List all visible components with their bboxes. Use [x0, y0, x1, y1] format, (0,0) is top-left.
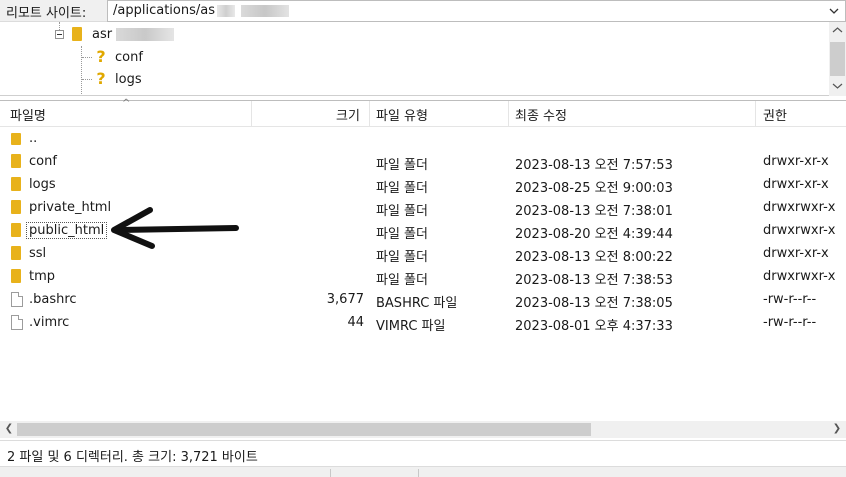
file-modified: 2023-08-13 오전 7:38:05: [515, 296, 673, 311]
list-horizontal-scrollbar[interactable]: ❮ ❯: [0, 421, 846, 438]
column-header-size[interactable]: 크기: [336, 105, 360, 124]
list-header: ^ 파일명 크기 파일 유형 최종 수정 권한: [0, 98, 846, 127]
file-type: 파일 폴더: [376, 158, 428, 173]
scrollbar-thumb[interactable]: [830, 42, 845, 76]
redacted-text: [240, 4, 289, 17]
scroll-up-icon[interactable]: [832, 26, 843, 34]
folder-up-icon: [11, 133, 21, 145]
table-row[interactable]: logs 파일 폴더 2023-08-25 오전 9:00:03 drwxr-x…: [0, 173, 846, 196]
status-text: 2 파일 및 6 디렉터리. 총 크기: 3,721 바이트: [7, 450, 258, 465]
folder-icon: [11, 246, 21, 260]
file-name: ..: [29, 131, 38, 146]
file-size: 44: [347, 315, 364, 330]
status-bar: 2 파일 및 6 디렉터리. 총 크기: 3,721 바이트: [0, 440, 846, 466]
file-permissions: drwxrwxr-x: [763, 223, 836, 238]
scrollbar-thumb[interactable]: [17, 423, 591, 436]
remote-site-label: 리모트 사이트:: [6, 6, 87, 21]
file-name: conf: [29, 154, 57, 169]
file-type: BASHRC 파일: [376, 296, 458, 311]
file-type: VIMRC 파일: [376, 319, 446, 334]
file-type: 파일 폴더: [376, 181, 428, 196]
file-icon: [11, 315, 23, 330]
file-type: 파일 폴더: [376, 273, 428, 288]
tree-item-label: asr: [92, 26, 113, 42]
redacted-text: [216, 4, 235, 17]
folder-icon: [11, 269, 21, 283]
table-row[interactable]: .vimrc 44 VIMRC 파일 2023-08-01 오후 4:37:33…: [0, 311, 846, 334]
column-header-type[interactable]: 파일 유형: [376, 105, 428, 124]
tree-item-logs[interactable]: ? logs: [94, 69, 142, 89]
file-modified: 2023-08-13 오전 7:38:01: [515, 204, 673, 219]
tree-item-label: conf: [115, 49, 143, 65]
file-modified: 2023-08-25 오전 9:00:03: [515, 181, 673, 196]
file-permissions: drwxr-xr-x: [763, 154, 829, 169]
file-modified: 2023-08-20 오전 4:39:44: [515, 227, 673, 242]
column-header-filename[interactable]: 파일명: [10, 105, 46, 124]
question-icon: ?: [96, 47, 106, 66]
scroll-down-icon[interactable]: [832, 82, 843, 90]
file-permissions: drwxrwxr-x: [763, 269, 836, 284]
file-modified: 2023-08-13 오전 7:38:53: [515, 273, 673, 288]
file-permissions: -rw-r--r--: [763, 315, 817, 330]
file-modified: 2023-08-13 오전 7:57:53: [515, 158, 673, 173]
annotation-arrow-icon: [111, 207, 239, 249]
folder-icon: [11, 223, 21, 237]
folder-icon: [11, 200, 21, 214]
remote-file-list: ^ 파일명 크기 파일 유형 최종 수정 권한 .. conf 파일 폴더 20…: [0, 98, 846, 422]
file-name: public_html: [26, 222, 108, 239]
sort-ascending-icon: ^: [122, 98, 131, 109]
chevron-down-icon[interactable]: [827, 4, 841, 18]
redacted-text: [116, 27, 175, 41]
scroll-right-icon[interactable]: ❯: [831, 422, 843, 436]
tree-vertical-scrollbar[interactable]: [829, 22, 846, 96]
folder-icon: [11, 177, 21, 191]
file-type: 파일 폴더: [376, 250, 428, 265]
remote-directory-tree: asr ? conf ? logs: [0, 22, 846, 96]
bottom-panel-strip: [0, 466, 846, 477]
file-name: .bashrc: [29, 292, 77, 307]
file-modified: 2023-08-01 오후 4:37:33: [515, 319, 673, 334]
column-header-permissions[interactable]: 권한: [763, 105, 787, 124]
collapse-icon[interactable]: [55, 30, 64, 39]
file-permissions: drwxr-xr-x: [763, 177, 829, 192]
table-row[interactable]: tmp 파일 폴더 2023-08-13 오전 7:38:53 drwxrwxr…: [0, 265, 846, 288]
file-name: private_html: [29, 200, 112, 215]
table-row[interactable]: .bashrc 3,677 BASHRC 파일 2023-08-13 오전 7:…: [0, 288, 846, 311]
file-name: ssl: [29, 246, 47, 261]
scroll-left-icon[interactable]: ❮: [3, 422, 15, 436]
file-type: 파일 폴더: [376, 204, 428, 219]
remote-path-input[interactable]: /applications/as: [107, 0, 846, 22]
remote-path-text: /applications/as: [113, 3, 215, 18]
tree-item-root[interactable]: asr: [72, 24, 175, 44]
remote-site-bar: 리모트 사이트: /applications/as: [0, 0, 846, 22]
file-size: 3,677: [326, 292, 364, 307]
folder-icon: [72, 27, 82, 41]
table-row[interactable]: ..: [0, 127, 846, 150]
file-name: logs: [29, 177, 56, 192]
file-type: 파일 폴더: [376, 227, 428, 242]
file-icon: [11, 292, 23, 307]
file-permissions: -rw-r--r--: [763, 292, 817, 307]
tree-item-conf[interactable]: ? conf: [94, 47, 143, 67]
table-row[interactable]: conf 파일 폴더 2023-08-13 오전 7:57:53 drwxr-x…: [0, 150, 846, 173]
file-modified: 2023-08-13 오전 8:00:22: [515, 250, 673, 265]
file-name: tmp: [29, 269, 56, 284]
file-name: .vimrc: [29, 315, 70, 330]
file-permissions: drwxr-xr-x: [763, 246, 829, 261]
column-header-modified[interactable]: 최종 수정: [515, 105, 567, 124]
folder-icon: [11, 154, 21, 168]
question-icon: ?: [96, 69, 106, 88]
file-permissions: drwxrwxr-x: [763, 200, 836, 215]
tree-item-label: logs: [115, 71, 142, 87]
